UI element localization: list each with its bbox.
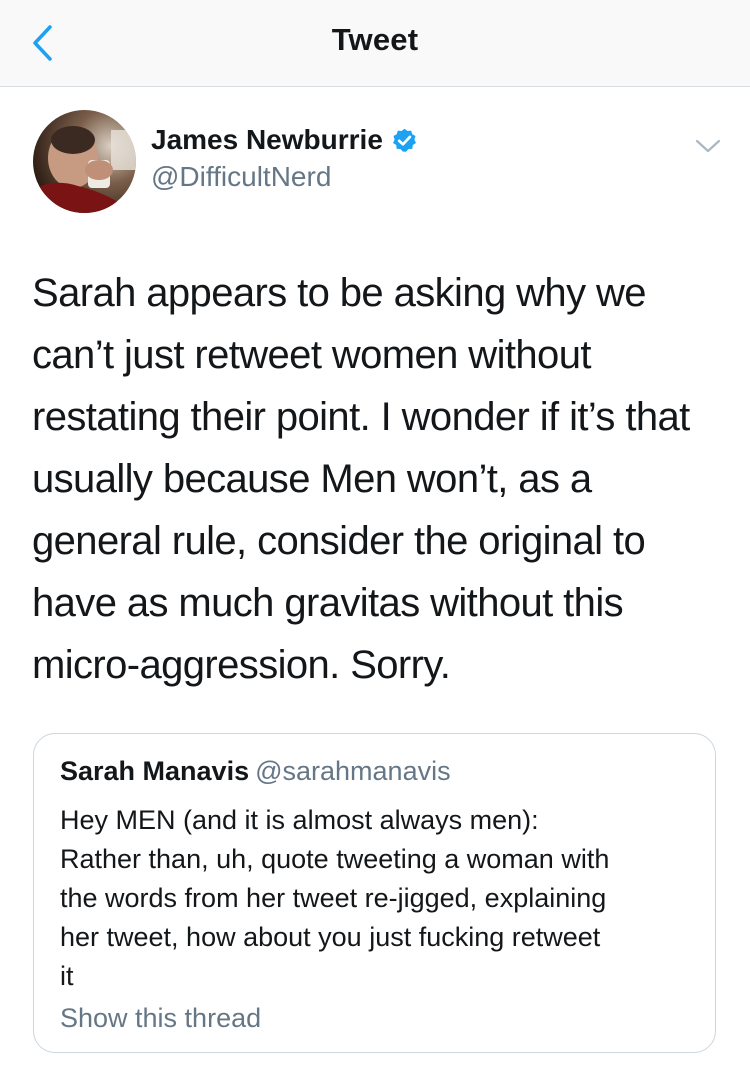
page-title: Tweet — [331, 22, 419, 57]
author-name: James Newburrie — [151, 124, 383, 155]
tweet-options-button[interactable] — [692, 132, 724, 160]
quoted-tweet-card[interactable]: Sarah Manavis @sarahmanavis Hey MEN (and … — [33, 733, 716, 1053]
quoted-tweet-text: Hey MEN (and it is almost always men): R… — [60, 805, 610, 991]
author-name-row[interactable]: James Newburrie — [151, 124, 418, 156]
author-handle[interactable]: @DifficultNerd — [151, 161, 331, 193]
navigation-bar: Tweet — [0, 0, 750, 87]
avatar[interactable] — [33, 110, 136, 213]
quoted-author-name: Sarah Manavis — [60, 756, 250, 786]
quoted-author-handle: @sarahmanavis — [255, 756, 451, 786]
show-thread-link[interactable]: Show this thread — [60, 1003, 261, 1034]
verified-badge-icon — [392, 128, 416, 152]
tweet-text: Sarah appears to be asking why we can’t … — [32, 271, 690, 687]
quoted-tweet-header: Sarah Manavis @sarahmanavis — [60, 756, 451, 787]
avatar-image — [33, 110, 136, 213]
chevron-down-icon — [695, 139, 721, 153]
